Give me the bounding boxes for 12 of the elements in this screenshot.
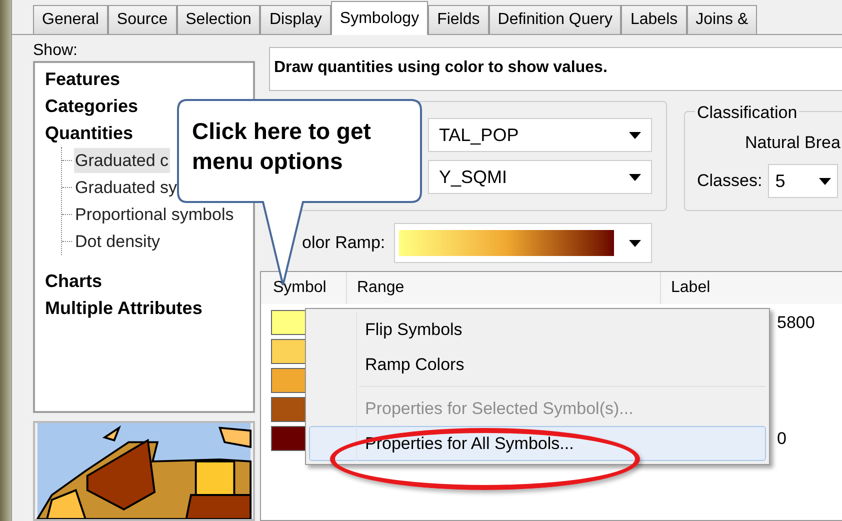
table-cell-text: 0 [777,428,786,450]
classes-label: Classes: [697,170,762,192]
normalization-text: Y_SQMI [439,166,508,188]
table-cell-text: 5800 [777,312,815,334]
classes-value: 5 [775,170,786,192]
classification-method: Natural Brea [745,133,840,152]
color-ramp-label: olor Ramp: [302,232,386,254]
callout-text: menu options [192,147,344,176]
description-text: Draw quantities using color to show values. [274,59,608,76]
show-label: Show: [33,41,78,61]
callout-text: Click here to get [192,117,371,146]
value-text: TAL_POP [439,124,519,146]
